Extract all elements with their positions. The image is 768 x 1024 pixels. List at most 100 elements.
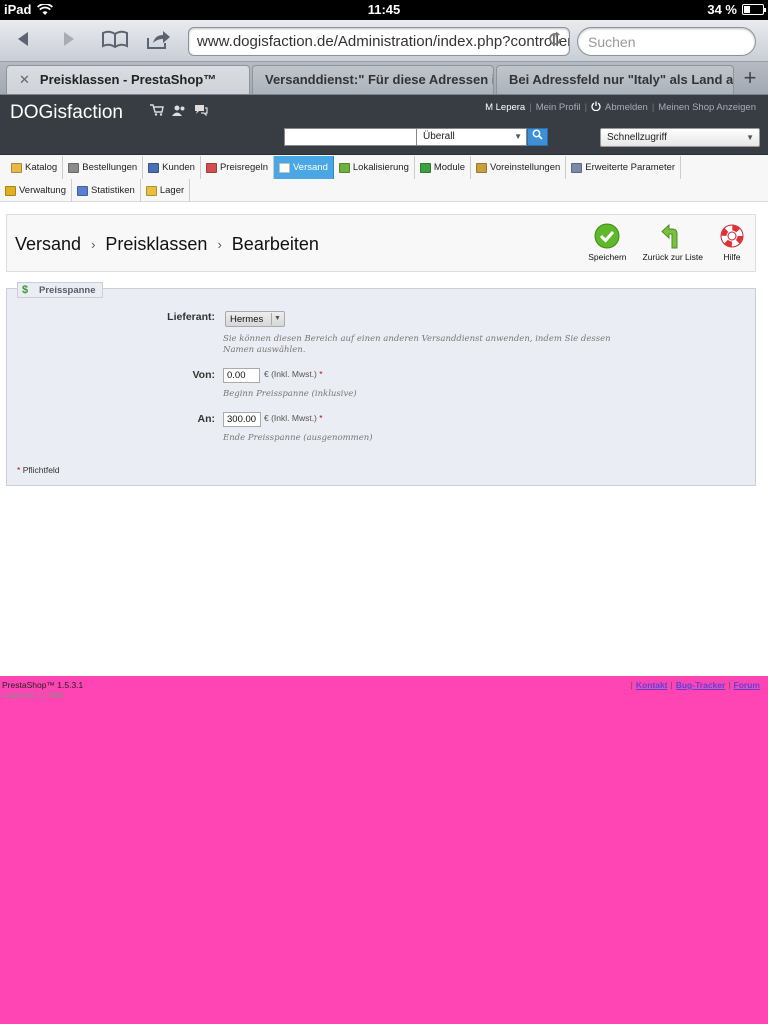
url-bar[interactable]: www.dogisfaction.de/Administration/index… [188,27,570,56]
kunden-icon [148,162,160,173]
forum-link[interactable]: Forum [734,680,760,690]
carrier-hint: Sie können diesen Bereich auf einen ande… [223,334,611,355]
from-label: Von: [192,369,215,381]
tab-preisklassen[interactable]: ✕ Preisklassen - PrestaShop™ [6,65,250,94]
menu-item-label: Module [433,162,466,173]
menu-item-label: Kunden [162,162,195,173]
admin-search: Überall ▼ [284,128,548,146]
menu-item-kunden[interactable]: Kunden [143,156,201,179]
menu-item-bestellungen[interactable]: Bestellungen [63,156,144,179]
menu-item-voreinstellungen[interactable]: Voreinstellungen [471,156,567,179]
breadcrumb-preisklassen[interactable]: Preisklassen [105,234,207,255]
bug-tracker-link[interactable]: Bug-Tracker [676,680,726,690]
main-content: Versand › Preisklassen › Bearbeiten Spei… [0,202,768,676]
new-tab-plus-icon[interactable]: + [736,66,764,92]
footer-links: | Kontakt | Bug-Tracker | Forum [630,680,760,690]
browser-toolbar: www.dogisfaction.de/Administration/index… [0,20,768,62]
view-shop-link[interactable]: Meinen Shop Anzeigen [658,102,756,113]
customers-icon[interactable] [172,104,186,119]
chevron-down-icon: ▼ [514,132,522,141]
admin-header: DOGisfaction M Lepera | Mein Profil | Ab… [0,95,768,155]
messages-icon[interactable] [194,104,208,119]
from-hint: Beginn Preisspanne (inklusive) [223,389,357,399]
close-tab-icon[interactable]: ✕ [19,72,30,87]
return-arrow-icon [660,223,686,249]
bookmarks-icon[interactable] [100,29,130,53]
contact-link[interactable]: Kontakt [636,680,668,690]
search-icon [532,129,543,140]
lager-icon [145,185,157,196]
required-field-note: * Pflichtfeld [17,465,60,475]
from-input[interactable]: 0.00 [223,368,260,383]
tab-versanddienst[interactable]: Versanddienst:" Für diese Adressen ist k… [252,65,494,94]
to-unit: € (Inkl. Mwst.) * [264,413,323,423]
quick-access-select[interactable]: Schnellzugriff ▼ [600,128,760,147]
menu-item-label: Verwaltung [19,185,67,196]
menu-item-katalog[interactable]: Katalog [6,156,64,179]
admin-menu: Katalog Bestellungen Kunden Preisregeln Vers… [0,155,768,202]
to-hint: Ende Preisspanne (ausgenommen) [223,433,373,443]
logout-link[interactable]: Abmelden [605,102,648,113]
menu-item-label: Erweiterte Parameter [585,162,676,173]
menu-item-verwaltung[interactable]: Verwaltung [0,179,73,202]
search-button[interactable] [527,128,548,146]
dollar-icon: $ [22,283,29,296]
menu-item-preisregeln[interactable]: Preisregeln [201,156,274,179]
admin-search-input[interactable] [284,128,417,146]
url-text: www.dogisfaction.de/Administration/index… [197,33,569,50]
price-range-form: $ Preisspanne Lieferant: Hermes ▼ Sie kö… [6,282,756,486]
menu-item-lager[interactable]: Lager [141,179,191,202]
breadcrumb-bearbeiten: Bearbeiten [231,234,319,254]
menu-item-label: Lokalisierung [352,162,409,173]
menu-item-label: Preisregeln [219,162,268,173]
lokalisierung-icon [338,162,350,173]
breadcrumb-versand[interactable]: Versand [15,234,81,255]
menu-item-label: Lager [159,185,185,196]
save-button[interactable]: Speichern [588,223,627,262]
cart-icon[interactable] [150,104,164,119]
module-icon [419,162,431,173]
menu-item-label: Voreinstellungen [490,162,561,173]
back-arrow-icon[interactable] [10,29,36,53]
browser-search-input[interactable]: Suchen [577,27,756,56]
menu-item-label: Statistiken [91,185,135,196]
menu-item-erweiterte-parameter[interactable]: Erweiterte Parameter [566,156,682,179]
form-legend: $ Preisspanne [17,282,103,298]
preisregeln-icon [205,162,217,173]
bestellungen-icon [68,162,80,173]
footer-info: PrestaShop™ 1.5.3.1 Ladezeit: 1.738s [2,680,83,700]
share-icon[interactable] [144,29,172,53]
carrier-select[interactable]: Hermes ▼ [225,311,285,327]
menu-item-lokalisierung[interactable]: Lokalisierung [334,156,415,179]
help-button[interactable]: Hilfe [719,223,745,262]
statistiken-icon [77,185,89,196]
tab-adressfeld[interactable]: Bei Adressfeld nur "Italy" als Land ausw… [496,65,734,94]
back-to-list-button[interactable]: Zurück zur Liste [643,223,703,262]
verwaltung-icon [5,185,16,196]
menu-item-statistiken[interactable]: Statistiken [72,179,141,202]
lifebuoy-icon [719,223,745,249]
menu-item-versand[interactable]: Versand [274,156,334,179]
menu-item-module[interactable]: Module [415,156,472,179]
menu-item-label: Katalog [25,162,58,173]
shop-logo[interactable]: DOGisfaction [10,102,123,124]
status-bar: iPad 11:45 34 % [0,0,768,20]
chevron-right-icon: › [217,237,222,252]
chevron-down-icon: ▼ [746,133,754,142]
search-placeholder: Suchen [588,34,636,50]
voreinstellungen-icon [476,162,488,173]
version-text: PrestaShop™ 1.5.3.1 [2,680,84,690]
menu-item-label: Versand [293,162,328,173]
chevron-down-icon: ▼ [271,313,283,325]
from-unit: € (Inkl. Mwst.) * [264,369,323,379]
to-input[interactable]: 300.00 [223,412,261,427]
erweiterte-parameter-icon [571,162,583,173]
browser-tabs: ✕ Preisklassen - PrestaShop™ Versanddiens… [0,62,768,95]
power-icon[interactable] [591,101,601,114]
chevron-right-icon: › [91,237,96,252]
my-profile-link[interactable]: Mein Profil [536,102,581,113]
reload-icon[interactable] [547,31,563,52]
search-scope-select[interactable]: Überall ▼ [417,128,527,146]
to-label: An: [197,413,216,425]
forward-arrow-icon[interactable] [56,29,82,53]
